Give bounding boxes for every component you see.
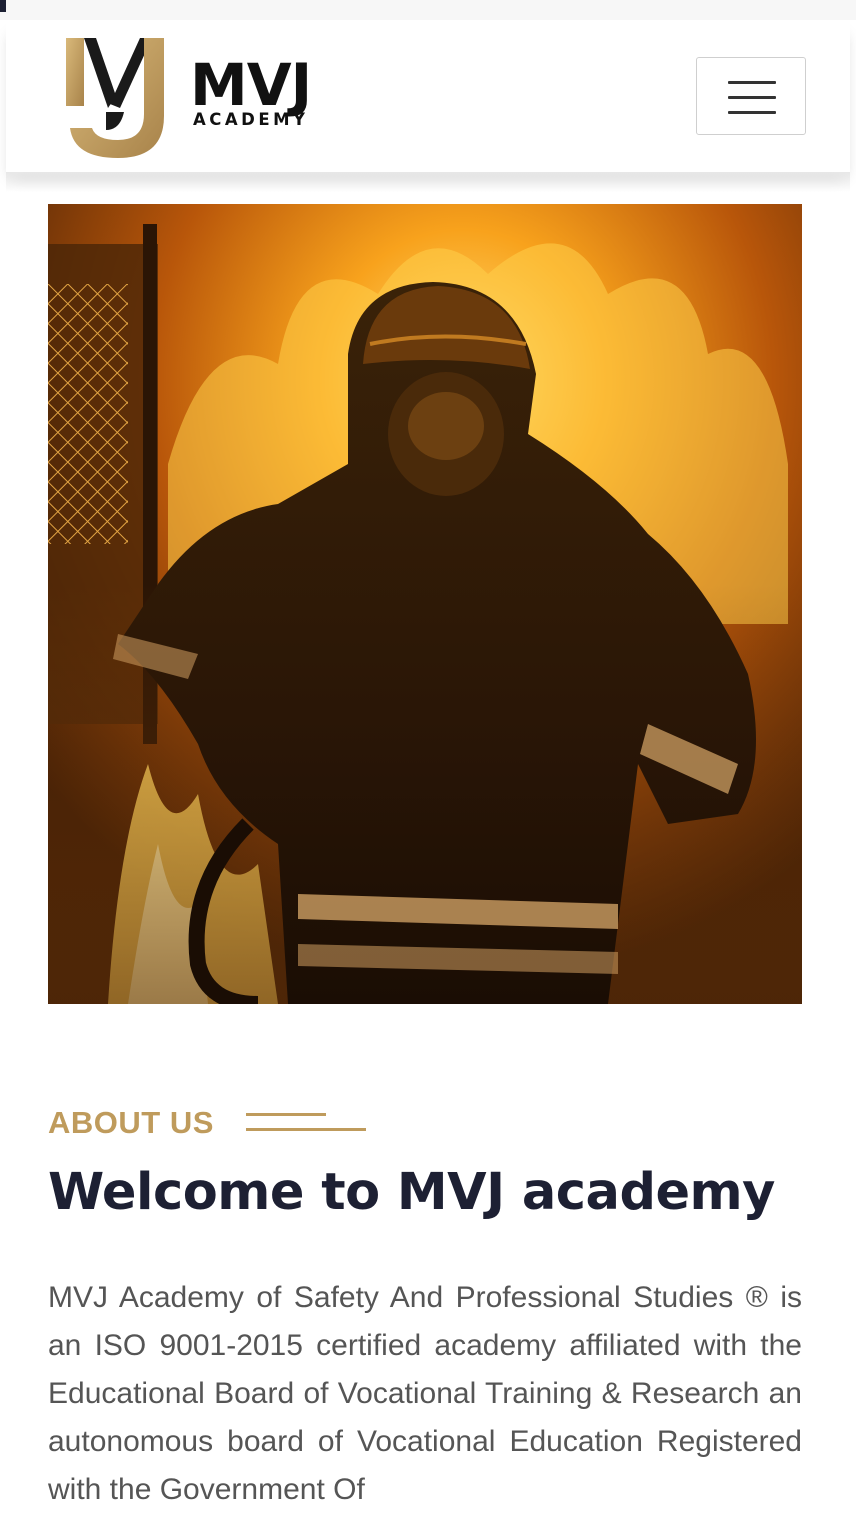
site-header: MVJ ACADEMY (6, 20, 850, 172)
logo-subtitle: ACADEMY (193, 110, 309, 129)
site-logo[interactable]: MVJ ACADEMY (62, 34, 352, 160)
label-decoration-lines (246, 1113, 368, 1135)
hero-image (48, 204, 802, 1004)
mvj-logo-icon (66, 38, 164, 158)
top-strip (0, 0, 856, 20)
firefighter-image-icon (48, 204, 802, 1004)
logo-wordmark: MVJ (190, 51, 312, 119)
corner-mark (0, 0, 6, 12)
about-paragraph: MVJ Academy of Safety And Professional S… (48, 1281, 802, 1506)
page-title: Welcome to MVJ academy (48, 1163, 775, 1222)
section-label: ABOUT US (48, 1105, 214, 1140)
header-shadow (6, 172, 850, 192)
menu-toggle-button[interactable] (696, 57, 806, 135)
